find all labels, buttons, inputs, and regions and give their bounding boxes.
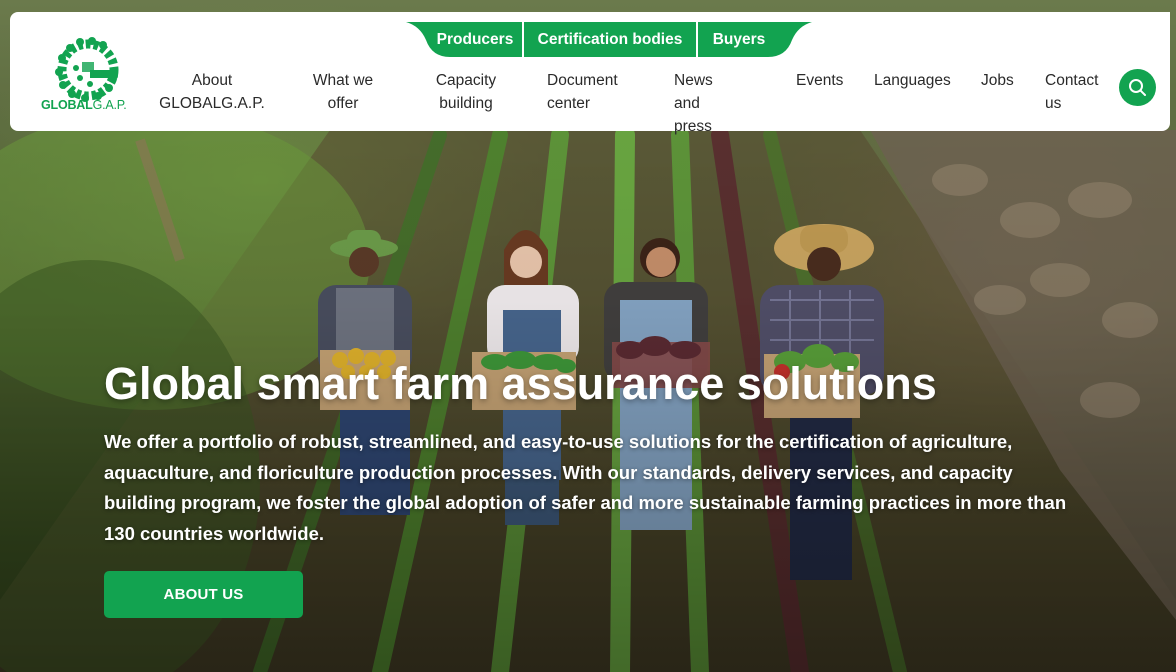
nav-label: building — [439, 95, 493, 112]
nav-label: What we — [312, 72, 374, 89]
search-button[interactable] — [1119, 69, 1156, 106]
nav-item-what-we-offer[interactable]: What we offer — [306, 69, 380, 115]
nav-label: Jobs — [981, 72, 1014, 89]
logo-wordmark[interactable]: GLOBALG.A.P. — [41, 98, 127, 112]
tab-certification-bodies[interactable]: Certification bodies — [522, 22, 696, 57]
nav-label: Events — [796, 72, 844, 89]
nav-label: About — [191, 72, 233, 89]
hero-description: We offer a portfolio of robust, streamli… — [104, 431, 1067, 544]
nav-label: us — [1045, 95, 1062, 112]
nav-item-capacity-building[interactable]: Capacity building — [430, 69, 502, 115]
nav-label: Contact — [1045, 72, 1099, 89]
nav-item-languages[interactable]: Languages — [874, 69, 951, 92]
nav-label: press — [674, 118, 712, 135]
nav-label: offer — [327, 95, 359, 112]
search-icon — [1129, 79, 1146, 96]
nav-label: center — [547, 95, 591, 112]
tab-producers[interactable]: Producers — [428, 22, 522, 57]
nav-item-contact-us[interactable]: Contact us — [1045, 69, 1098, 115]
nav-label: GLOBALG.A.P. — [159, 95, 265, 112]
nav-label: Document — [547, 72, 618, 89]
nav-item-news-and-press[interactable]: News and press — [674, 69, 713, 138]
tab-buyers[interactable]: Buyers — [696, 22, 780, 57]
nav-item-document-center[interactable]: Document center — [547, 69, 618, 115]
site-header: Producers Certification bodies Buyers GL… — [10, 12, 1170, 135]
nav-label: Capacity — [435, 72, 497, 89]
nav-label: News and — [674, 72, 713, 112]
audience-tabs: Producers Certification bodies Buyers — [408, 22, 780, 57]
nav-item-about[interactable]: About GLOBALG.A.P. — [157, 69, 267, 115]
about-us-button[interactable]: ABOUT US — [104, 571, 303, 618]
hero-title: Global smart farm assurance solutions — [104, 358, 937, 409]
nav-item-events[interactable]: Events — [796, 69, 843, 92]
nav-label: Languages — [874, 72, 951, 89]
nav-item-jobs[interactable]: Jobs — [981, 69, 1014, 92]
